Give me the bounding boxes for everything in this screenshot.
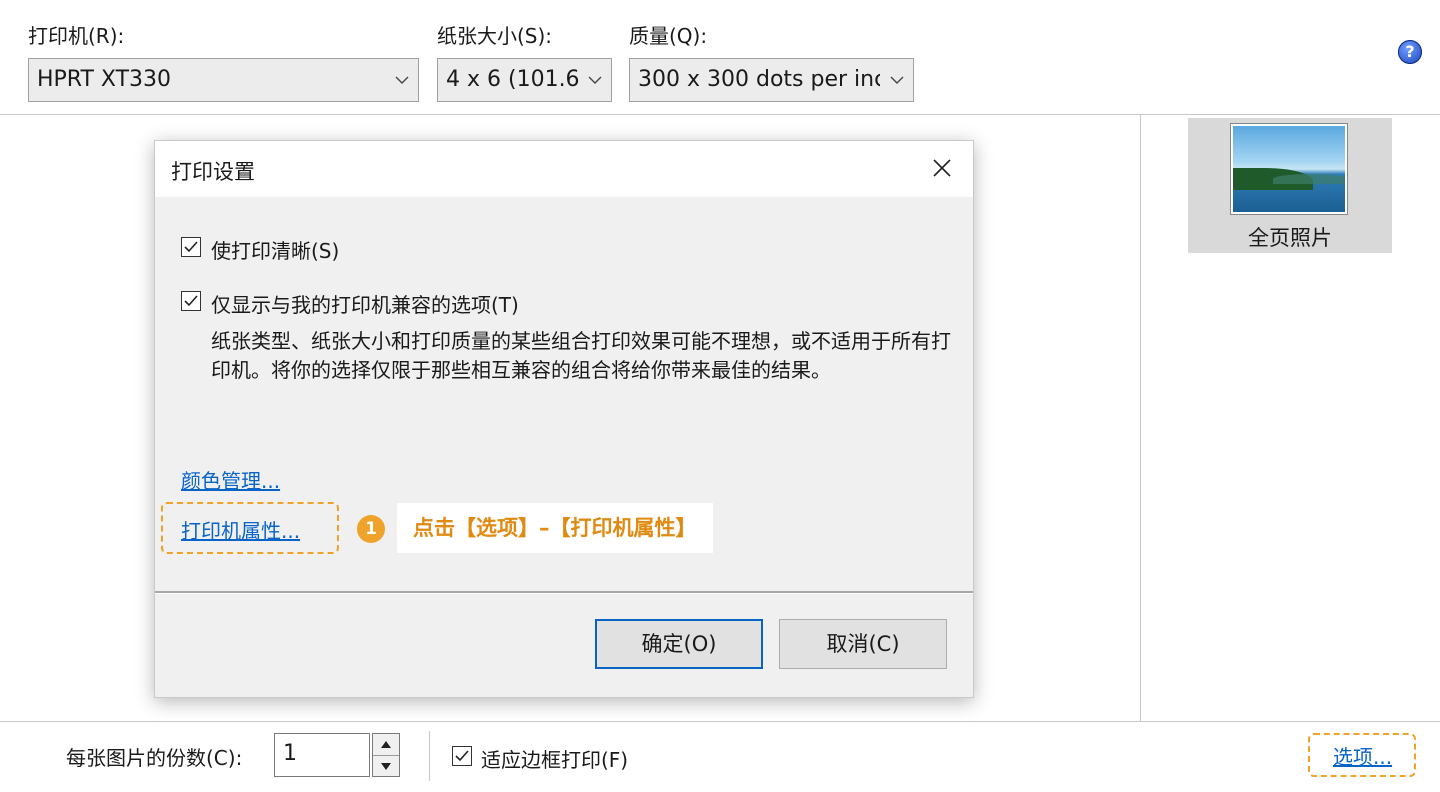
- printer-select[interactable]: HPRT XT330: [28, 58, 419, 102]
- stepper-up-icon[interactable]: [373, 734, 399, 756]
- layout-item-label: 全页照片: [1248, 226, 1332, 250]
- options-link[interactable]: 选项...: [1333, 741, 1392, 770]
- paper-size-select[interactable]: 4 x 6 (101.6: [437, 58, 612, 102]
- paper-size-label: 纸张大小(S):: [437, 24, 553, 48]
- compatible-only-checkbox-label[interactable]: 仅显示与我的打印机兼容的选项(T): [211, 289, 519, 318]
- ok-button[interactable]: 确定(O): [595, 619, 763, 669]
- chevron-down-icon: [395, 76, 409, 84]
- paper-size-select-value: 4 x 6 (101.6: [446, 67, 580, 92]
- copies-label: 每张图片的份数(C):: [66, 746, 243, 770]
- bottom-divider: [0, 721, 1440, 722]
- step-instruction-callout: 点击【选项】–【打印机属性】: [397, 503, 713, 553]
- dialog-separator: [155, 591, 973, 594]
- bottom-bar-divider: [429, 731, 430, 781]
- toolbar-divider: [0, 114, 1440, 115]
- layout-thumbnail-image: [1230, 123, 1348, 215]
- copies-stepper[interactable]: [372, 733, 400, 777]
- fit-frame-checkbox[interactable]: [452, 746, 472, 766]
- compatibility-description: 纸张类型、纸张大小和打印质量的某些组合打印效果可能不理想，或不适用于所有打印机。…: [211, 329, 951, 382]
- quality-label: 质量(Q):: [629, 24, 708, 48]
- chevron-down-icon: [588, 76, 602, 84]
- layout-item-full-page-photo[interactable]: 全页照片: [1188, 118, 1392, 253]
- color-management-link[interactable]: 颜色管理...: [181, 465, 280, 494]
- fit-frame-checkbox-label[interactable]: 适应边框打印(F): [481, 744, 628, 773]
- dialog-title: 打印设置: [171, 160, 255, 184]
- printer-label: 打印机(R):: [28, 24, 125, 48]
- sharpen-checkbox-label[interactable]: 使打印清晰(S): [211, 235, 339, 264]
- checkmark-icon: [184, 241, 198, 253]
- help-icon[interactable]: ?: [1398, 40, 1422, 64]
- close-icon[interactable]: [925, 151, 959, 185]
- compatible-only-checkbox[interactable]: [181, 291, 201, 311]
- stepper-down-icon[interactable]: [373, 756, 399, 777]
- copies-input[interactable]: 1: [274, 733, 370, 777]
- printer-properties-link[interactable]: 打印机属性...: [181, 515, 300, 544]
- checkmark-icon: [455, 750, 469, 762]
- print-settings-dialog: 打印设置 使打印清晰(S) 仅显示与我的打印机兼容的选项(T) 纸张类型、纸张大…: [154, 140, 974, 698]
- sharpen-checkbox[interactable]: [181, 237, 201, 257]
- checkmark-icon: [184, 295, 198, 307]
- chevron-down-icon: [890, 76, 904, 84]
- layouts-panel-divider: [1140, 114, 1141, 721]
- step-number-badge: 1: [357, 515, 385, 543]
- quality-select[interactable]: 300 x 300 dots per inc: [629, 58, 914, 102]
- dialog-titlebar: 打印设置: [155, 141, 973, 197]
- quality-select-value: 300 x 300 dots per inc: [638, 67, 880, 92]
- printer-select-value: HPRT XT330: [37, 67, 172, 92]
- cancel-button[interactable]: 取消(C): [779, 619, 947, 669]
